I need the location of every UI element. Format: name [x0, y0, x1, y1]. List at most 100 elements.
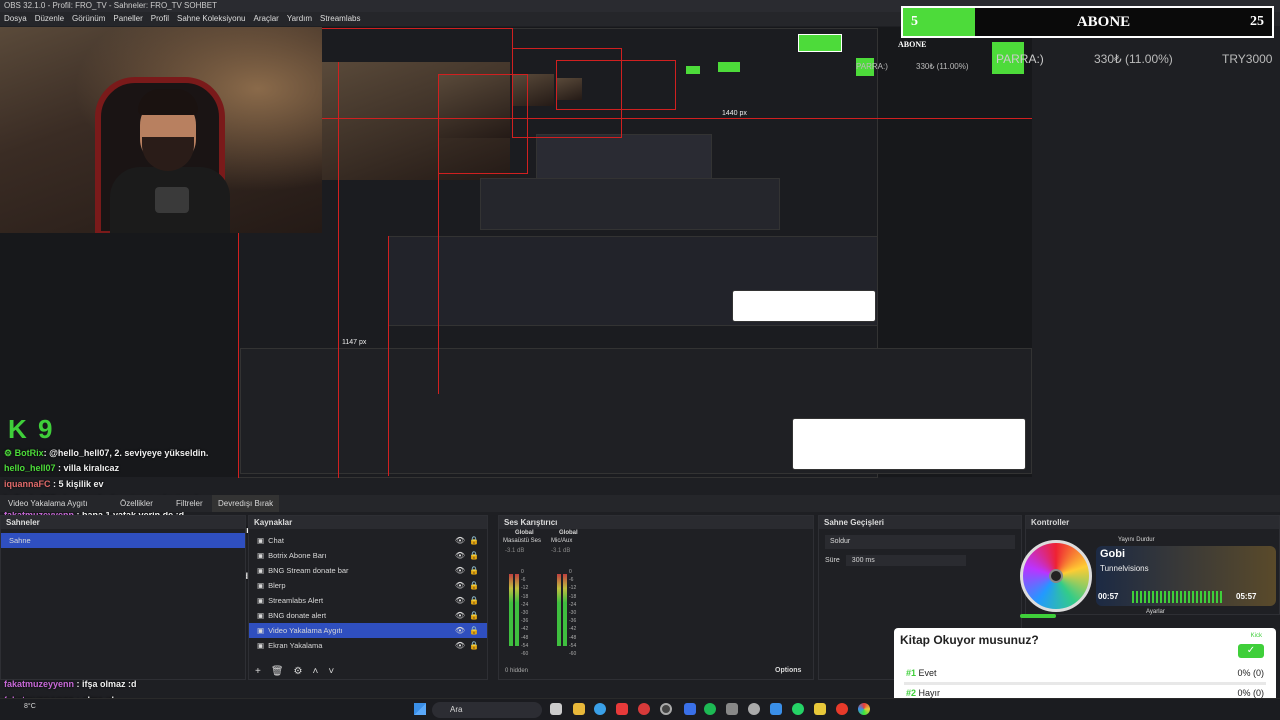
app-icon-1[interactable]: [616, 703, 628, 715]
settings-button[interactable]: Ayarlar: [1146, 609, 1165, 615]
album-art-disc: [1020, 540, 1092, 612]
transition-select[interactable]: Soldur: [825, 535, 1015, 549]
visibility-eye-icon[interactable]: 👁: [455, 593, 465, 608]
meter-tick-label: -54: [569, 642, 577, 649]
chat-text: : ifşa olmaz :d: [74, 679, 137, 690]
chrome-icon[interactable]: [858, 703, 870, 715]
stop-stream-button[interactable]: Yayını Durdur: [1118, 537, 1155, 543]
lock-icon[interactable]: 🔒: [469, 533, 479, 548]
lock-icon[interactable]: 🔒: [469, 608, 479, 623]
subscriber-count: 5: [903, 8, 975, 36]
visibility-eye-icon[interactable]: 👁: [455, 623, 465, 638]
visibility-eye-icon[interactable]: 👁: [455, 638, 465, 653]
visibility-eye-icon[interactable]: 👁: [455, 548, 465, 563]
menu-item[interactable]: Görünüm: [72, 12, 105, 26]
properties-button[interactable]: Özellikler: [120, 495, 153, 512]
app-icon-4[interactable]: [726, 703, 738, 715]
settings-icon[interactable]: [748, 703, 760, 715]
mixer-ch2-scope: Global: [559, 530, 578, 536]
source-type-icon: ▣: [257, 626, 265, 635]
lock-icon[interactable]: 🔒: [469, 623, 479, 638]
menu-item[interactable]: Streamlabs: [320, 12, 360, 26]
add-source-icon[interactable]: +: [255, 666, 261, 677]
music-total: 05:57: [1236, 592, 1257, 601]
app-icon-3[interactable]: [684, 703, 696, 715]
source-item[interactable]: ▣ BNG donate alert 👁 🔒: [249, 608, 487, 623]
mixer-ch1-db: -3.1 dB: [505, 548, 525, 554]
edge-icon[interactable]: [594, 703, 606, 715]
source-item[interactable]: ▣ Chat 👁 🔒: [249, 533, 487, 548]
chat-text: : 5 kişilik ev: [50, 478, 104, 489]
task-view-icon[interactable]: [550, 703, 562, 715]
app-icon-2[interactable]: [638, 703, 650, 715]
visibility-eye-icon[interactable]: 👁: [455, 563, 465, 578]
chat-text: : @hello_hell07, 2. seviyeye yükseldin.: [43, 448, 209, 458]
source-settings-icon[interactable]: ⚙: [294, 666, 303, 677]
deactivate-button[interactable]: Devredışı Bırak: [212, 495, 280, 512]
visibility-eye-icon[interactable]: 👁: [455, 533, 465, 548]
lock-icon[interactable]: 🔒: [469, 563, 479, 578]
menu-item[interactable]: Düzenle: [35, 12, 64, 26]
lock-icon[interactable]: 🔒: [469, 638, 479, 653]
duration-input[interactable]: 300 ms: [845, 555, 966, 566]
meter-tick-label: -6: [569, 577, 574, 584]
chat-username: iquannaFC: [4, 478, 51, 489]
mixer-title: Ses Karıştırıcı: [499, 516, 813, 529]
start-button-icon[interactable]: [414, 703, 426, 715]
poll-option-1-bar: [904, 682, 1266, 685]
spotify-icon[interactable]: [704, 703, 716, 715]
poll-option-2-pct: 0% (0): [1237, 688, 1264, 698]
nested-abone-label: ABONE: [898, 40, 927, 49]
chat-username: BotRix: [14, 448, 44, 458]
lock-icon[interactable]: 🔒: [469, 578, 479, 593]
source-label: BNG donate alert: [268, 611, 327, 620]
visibility-eye-icon[interactable]: 👁: [455, 608, 465, 623]
obs-icon[interactable]: [660, 703, 672, 715]
taskbar-search[interactable]: Ara: [432, 702, 542, 718]
folder-icon[interactable]: [814, 703, 826, 715]
transitions-title: Sahne Geçişleri: [819, 516, 1021, 529]
menu-item[interactable]: Profil: [151, 12, 169, 26]
remove-source-icon[interactable]: 🗑: [271, 666, 284, 677]
menu-item[interactable]: Paneller: [113, 12, 142, 26]
nested-obs-mid: [480, 178, 780, 230]
whatsapp-icon[interactable]: [792, 703, 804, 715]
source-label: Streamlabs Alert: [268, 596, 324, 605]
menu-item[interactable]: Yardım: [287, 12, 312, 26]
menu-item[interactable]: Araçlar: [254, 12, 279, 26]
chat-message: iquannaFC : 5 kişilik ev: [4, 477, 304, 492]
mixer-ch1-name[interactable]: Masaüstü Ses: [503, 538, 541, 544]
scene-item[interactable]: Sahne: [1, 533, 245, 548]
nested-abone-bar: [798, 34, 842, 52]
filters-button[interactable]: Filtreler: [176, 495, 203, 512]
px-label: 1440 px: [722, 110, 747, 117]
lock-icon[interactable]: 🔒: [469, 593, 479, 608]
mixer-options-button[interactable]: Options: [775, 667, 801, 674]
visibility-eye-icon[interactable]: 👁: [455, 578, 465, 593]
taskbar-search-label: Ara: [450, 705, 463, 714]
music-title: Gobi: [1100, 548, 1126, 560]
menu-item[interactable]: Dosya: [4, 12, 27, 26]
mixer-ch1-meter-r: [515, 574, 519, 646]
source-label: Ekran Yakalama: [268, 641, 323, 650]
poll-option-2-num: #2: [906, 688, 917, 698]
source-label: Blerp: [268, 581, 286, 590]
poll-check-icon: ✓: [1238, 644, 1264, 658]
opera-icon[interactable]: [836, 703, 848, 715]
source-item[interactable]: ▣ Video Yakalama Aygıtı 👁 🔒: [249, 623, 487, 638]
source-item[interactable]: ▣ Ekran Yakalama 👁 🔒: [249, 638, 487, 653]
lock-icon[interactable]: 🔒: [469, 548, 479, 563]
chat-username: fakatmuzeyyenn: [4, 679, 75, 690]
menu-item[interactable]: Sahne Koleksiyonu: [177, 12, 246, 26]
move-up-icon[interactable]: ˄: [313, 666, 319, 677]
source-item[interactable]: ▣ BNG Stream donate bar 👁 🔒: [249, 563, 487, 578]
mixer-ch2-name[interactable]: Mic/Aux: [551, 538, 572, 544]
poll-option-1-num: #1: [906, 668, 917, 678]
app-icon-5[interactable]: [770, 703, 782, 715]
source-item[interactable]: ▣ Botrix Abone Barı 👁 🔒: [249, 548, 487, 563]
file-explorer-icon[interactable]: [573, 703, 585, 715]
source-item[interactable]: ▣ Blerp 👁 🔒: [249, 578, 487, 593]
meter-tick-label: 0: [569, 569, 572, 575]
move-down-icon[interactable]: ˅: [328, 666, 334, 677]
source-item[interactable]: ▣ Streamlabs Alert 👁 🔒: [249, 593, 487, 608]
